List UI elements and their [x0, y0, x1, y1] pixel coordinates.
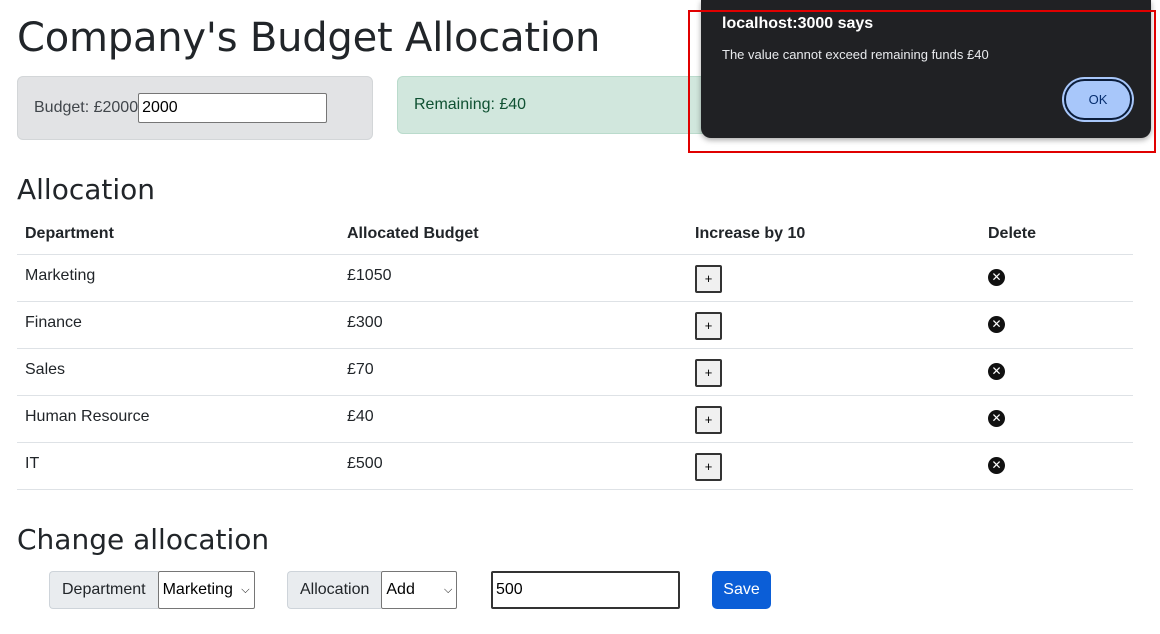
- increase-button[interactable]: +: [695, 405, 722, 434]
- increase-button[interactable]: +: [695, 452, 722, 481]
- allocation-heading: Allocation: [17, 173, 156, 206]
- department-cell: Marketing: [17, 254, 339, 302]
- department-input-group: Department Marketing ⌵: [49, 571, 255, 609]
- close-circle-icon[interactable]: ✕: [988, 409, 1005, 427]
- allocation-selected-value: Add: [386, 581, 415, 598]
- department-cell: IT: [17, 442, 339, 490]
- close-circle-icon[interactable]: ✕: [988, 268, 1005, 286]
- table-row: Human Resource £40 + ✕: [17, 395, 1133, 443]
- change-allocation-heading: Change allocation: [17, 523, 270, 556]
- page: Company's Budget Allocation Budget: £200…: [0, 0, 1160, 634]
- department-cell: Finance: [17, 301, 339, 349]
- close-circle-icon[interactable]: ✕: [988, 456, 1005, 474]
- column-header-department: Department: [17, 215, 339, 255]
- remaining-card: Remaining: £40: [397, 76, 753, 134]
- remaining-label: Remaining: £40: [414, 96, 527, 113]
- column-header-delete: Delete: [980, 215, 1133, 255]
- increase-button[interactable]: +: [695, 358, 722, 387]
- amount-input[interactable]: [491, 571, 680, 609]
- dialog-title: localhost:3000 says: [722, 15, 874, 32]
- budget-cell: £500: [339, 442, 687, 490]
- department-selected-value: Marketing: [162, 581, 233, 598]
- budget-cell: £70: [339, 348, 687, 396]
- department-cell: Sales: [17, 348, 339, 396]
- budget-cell: £1050: [339, 254, 687, 302]
- table-row: IT £500 + ✕: [17, 442, 1133, 490]
- allocation-input-group: Allocation Add ⌵: [287, 571, 458, 609]
- table-row: Sales £70 + ✕: [17, 348, 1133, 396]
- dialog-ok-button[interactable]: OK: [1064, 79, 1132, 120]
- budget-label: Budget: £2000: [34, 99, 139, 116]
- table-row: Finance £300 + ✕: [17, 301, 1133, 349]
- increase-button[interactable]: +: [695, 311, 722, 340]
- allocation-table: Department Allocated Budget Increase by …: [17, 215, 1133, 490]
- allocation-type-select[interactable]: Add ⌵: [381, 571, 458, 609]
- department-select-label: Department: [49, 571, 158, 609]
- increase-button[interactable]: +: [695, 264, 722, 293]
- department-cell: Human Resource: [17, 395, 339, 443]
- chevron-down-icon: ⌵: [444, 583, 453, 596]
- page-title: Company's Budget Allocation: [17, 15, 601, 61]
- column-header-allocated: Allocated Budget: [339, 215, 687, 255]
- department-select[interactable]: Marketing ⌵: [157, 571, 255, 609]
- table-header-row: Department Allocated Budget Increase by …: [17, 215, 1133, 255]
- allocation-select-label: Allocation: [287, 571, 382, 609]
- dialog-message: The value cannot exceed remaining funds …: [722, 47, 989, 62]
- column-header-increase: Increase by 10: [687, 215, 980, 255]
- table-row: Marketing £1050 + ✕: [17, 254, 1133, 302]
- alert-dialog: localhost:3000 says The value cannot exc…: [701, 0, 1151, 138]
- budget-cell: £300: [339, 301, 687, 349]
- budget-cell: £40: [339, 395, 687, 443]
- budget-input[interactable]: [138, 93, 328, 123]
- save-button[interactable]: Save: [712, 571, 771, 609]
- close-circle-icon[interactable]: ✕: [988, 315, 1005, 333]
- close-circle-icon[interactable]: ✕: [988, 362, 1005, 380]
- budget-card: Budget: £2000: [17, 76, 373, 140]
- chevron-down-icon: ⌵: [241, 583, 250, 596]
